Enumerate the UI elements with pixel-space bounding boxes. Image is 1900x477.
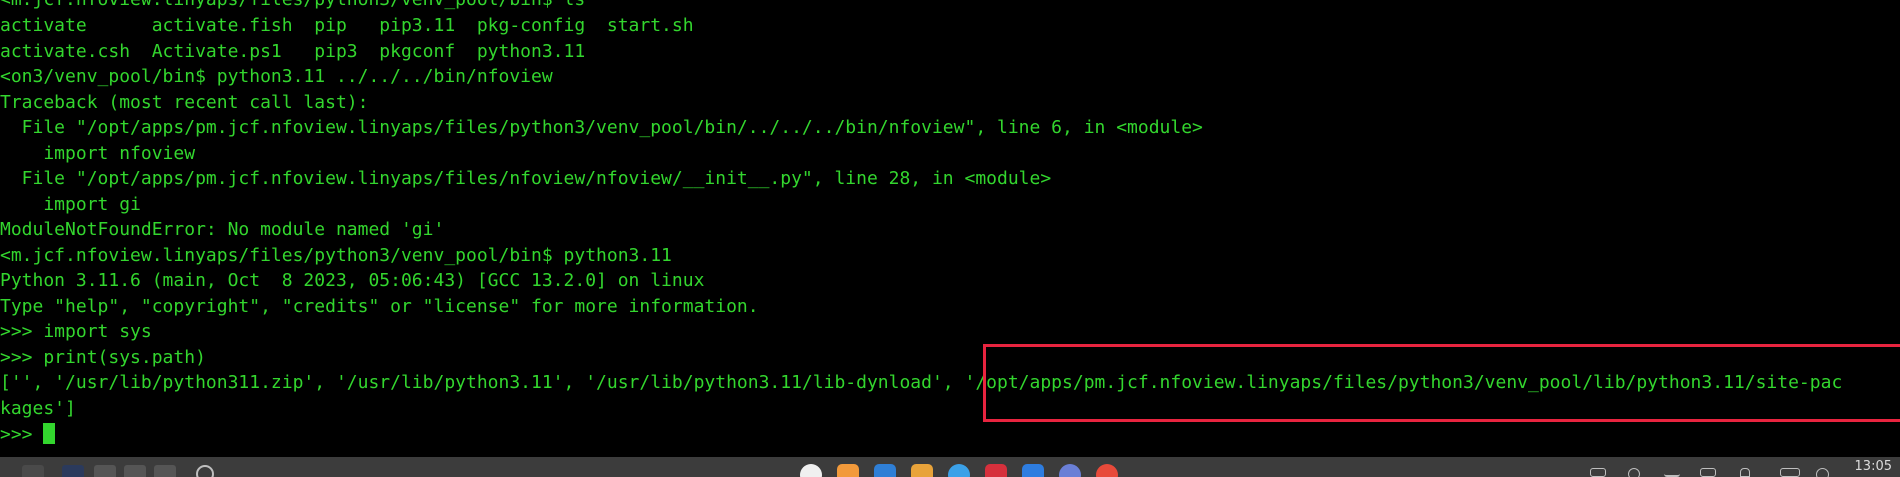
- workspace-3-icon[interactable]: [124, 465, 146, 477]
- workspace-4-icon[interactable]: [154, 465, 176, 477]
- terminal-icon[interactable]: [985, 464, 1007, 477]
- display-icon[interactable]: [1700, 468, 1716, 477]
- terminal-line: Python 3.11.6 (main, Oct 8 2023, 05:06:4…: [0, 270, 705, 291]
- terminal-cursor: [43, 423, 56, 444]
- terminal-line: File "/opt/apps/pm.jcf.nfoview.linyaps/f…: [0, 168, 1052, 189]
- search-icon[interactable]: [196, 465, 214, 477]
- terminal-line: <m.jcf.nfoview.linyaps/files/python3/ven…: [0, 0, 1900, 13]
- workspace-1-icon[interactable]: [62, 465, 84, 477]
- keyboard-icon[interactable]: [1590, 468, 1606, 477]
- calendar-icon[interactable]: [911, 464, 933, 477]
- terminal-line: <on3/venv_pool/bin$ python3.11 ../../../…: [0, 66, 553, 87]
- clock[interactable]: 13:05: [1855, 459, 1892, 474]
- workspace-2-icon[interactable]: [94, 465, 116, 477]
- highlight-annotation-box: [983, 344, 1900, 422]
- terminal-line: Traceback (most recent call last):: [0, 92, 369, 113]
- prompt-text: >>>: [0, 424, 44, 445]
- toggle-icon[interactable]: [1780, 468, 1800, 477]
- terminal-line: activate.csh Activate.ps1 pip3 pkgconf p…: [0, 41, 586, 62]
- notification-icon[interactable]: [1740, 468, 1750, 477]
- settings-icon[interactable]: [1059, 464, 1081, 477]
- trash-icon[interactable]: [22, 465, 44, 477]
- launcher-icon[interactable]: [800, 464, 822, 477]
- terminal-line: >>> import sys: [0, 321, 152, 342]
- network-icon[interactable]: [1664, 468, 1680, 477]
- browser-icon[interactable]: [948, 464, 970, 477]
- taskbar: 13:05: [0, 457, 1900, 477]
- notes-icon[interactable]: [1022, 464, 1044, 477]
- power-icon[interactable]: [1816, 468, 1829, 477]
- app-store-icon[interactable]: [874, 464, 896, 477]
- terminal-line: <m.jcf.nfoview.linyaps/files/python3/ven…: [0, 245, 672, 266]
- file-manager-icon[interactable]: [837, 464, 859, 477]
- chrome-icon[interactable]: [1096, 464, 1118, 477]
- terminal-line: ModuleNotFoundError: No module named 'gi…: [0, 219, 445, 240]
- terminal-line: import nfoview: [0, 143, 196, 164]
- terminal-line: File "/opt/apps/pm.jcf.nfoview.linyaps/f…: [0, 117, 1203, 138]
- terminal-line: activate activate.fish pip pip3.11 pkg-c…: [0, 15, 694, 36]
- terminal-prompt-line[interactable]: >>>: [0, 422, 1900, 448]
- terminal-line: Type "help", "copyright", "credits" or "…: [0, 296, 759, 317]
- status-icon[interactable]: [1628, 468, 1640, 477]
- terminal-line: import gi: [0, 194, 141, 215]
